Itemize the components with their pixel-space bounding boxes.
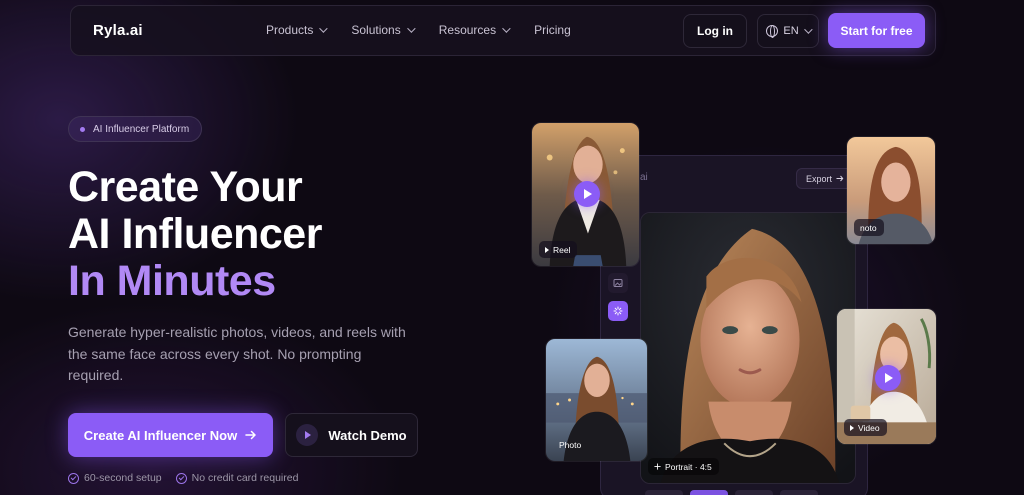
check-item: 60-second setup [68,472,162,484]
check-circle-icon [175,472,187,484]
portrait-image [641,213,855,483]
page-title: Create Your AI Influencer In Minutes [68,164,322,305]
check-label: 60-second setup [84,472,162,484]
play-icon [545,246,549,253]
language-label: EN [783,25,799,37]
check-label: No credit card required [191,472,299,484]
headline-line-2: AI Influencer [68,210,322,258]
nav-resources[interactable]: Resources [438,23,511,37]
chevron-down-icon [502,24,511,33]
play-icon [296,424,319,446]
arrow-right-icon [836,175,844,182]
hero-subtext: Generate hyper-realistic photos, videos,… [68,324,406,383]
feature-checks: 60-second setup No credit card required [68,472,298,484]
photo-bottom-tag: Photo [553,436,588,453]
badge-dot-icon [80,126,85,132]
video-tag: Video [844,419,887,436]
reel-play-icon[interactable] [574,181,600,207]
chevron-down-icon [406,24,416,33]
nav-pricing-label: Pricing [534,23,571,37]
video-card[interactable]: Video [836,308,937,445]
nav-pricing[interactable]: Pricing [534,23,571,37]
watch-demo-button[interactable]: Watch Demo [285,413,418,457]
image-tool-icon[interactable] [608,273,628,293]
headline-line-1: Create Your [68,163,303,211]
top-navbar: Ryla.ai Products Solutions Resources Pri… [70,5,936,56]
watch-demo-label: Watch Demo [328,427,407,443]
logo[interactable]: Ryla.ai [93,22,143,39]
platform-badge: AI Influencer Platform [68,116,203,142]
reel-tag: Reel [539,241,578,258]
portrait-tag: Portrait · 4:5 [648,458,719,475]
language-selector[interactable]: EN [757,14,819,48]
portrait-card[interactable]: Portrait · 4:5 [640,212,856,484]
format-chip[interactable] [735,490,773,495]
format-chip[interactable] [690,490,728,495]
login-button[interactable]: Log in [683,14,747,48]
photo-top-label: noto [860,222,877,233]
arrow-right-icon [245,430,256,440]
nav-resources-label: Resources [438,23,497,37]
create-influencer-label: Create AI Influencer Now [83,427,238,443]
nav-solutions-label: Solutions [351,23,401,37]
reel-label: Reel [553,244,571,255]
check-circle-icon [68,472,79,484]
photo-card-bottom[interactable]: Photo [545,338,648,462]
start-free-button[interactable]: Start for free [828,13,925,48]
reel-card[interactable]: Reel [531,122,640,267]
globe-icon [766,25,779,38]
photo-card-top[interactable]: noto [846,136,936,245]
chevron-down-icon [803,25,813,34]
sparkle-tool-icon[interactable] [608,301,628,321]
sparkle-icon [654,463,661,470]
check-item: No credit card required [175,472,299,484]
play-icon [850,424,854,431]
photo-top-tag: noto [854,219,884,236]
export-label: Export [805,173,832,184]
nav-solutions[interactable]: Solutions [351,23,416,37]
format-chip[interactable] [645,490,683,495]
video-label: Video [858,422,880,433]
photo-bottom-label: Photo [559,439,582,450]
headline-line-3: In Minutes [68,257,276,305]
portrait-label: Portrait · 4:5 [665,461,712,472]
chevron-down-icon [319,24,329,33]
format-chip[interactable] [780,490,818,495]
nav-products[interactable]: Products [266,23,329,37]
badge-label: AI Influencer Platform [93,123,190,135]
create-influencer-button[interactable]: Create AI Influencer Now [68,413,273,457]
panel-title: ai [640,172,648,183]
format-chips [645,490,818,495]
video-play-icon[interactable] [875,365,901,391]
nav-links: Products Solutions Resources Pricing [266,23,571,37]
nav-products-label: Products [266,23,314,37]
